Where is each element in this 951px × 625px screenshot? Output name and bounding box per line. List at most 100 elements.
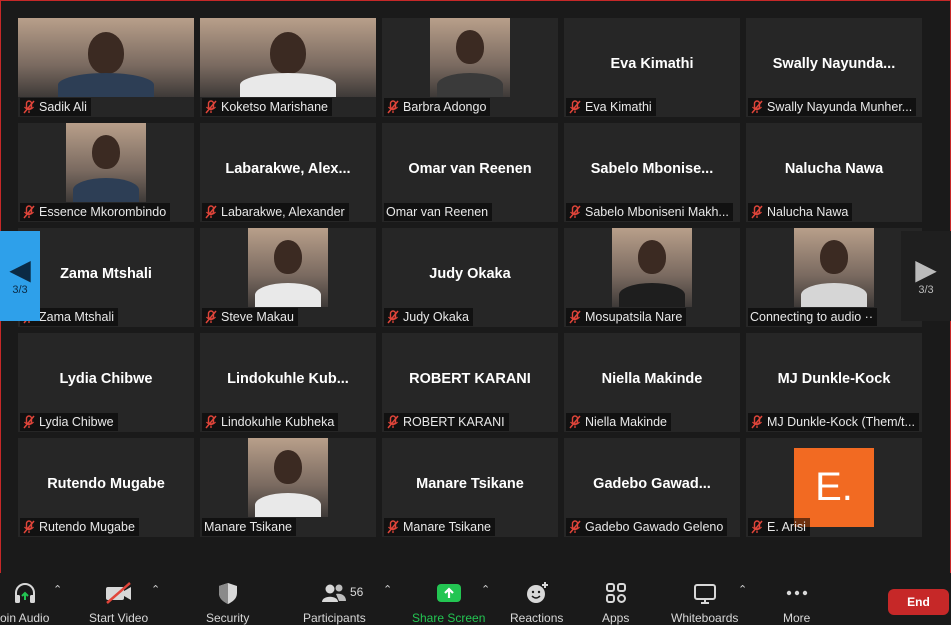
participant-tile[interactable]: Manare Tsikane Manare Tsikane: [382, 438, 558, 537]
participant-tile[interactable]: Barbra Adongo: [382, 18, 558, 117]
participant-video: [248, 228, 328, 307]
start-video-label: Start Video: [89, 611, 149, 625]
previous-page-button[interactable]: ◀ 3/3: [0, 231, 40, 321]
participant-tile[interactable]: Rutendo Mugabe Rutendo Mugabe: [18, 438, 194, 537]
join-audio-button[interactable]: oin Audio: [0, 581, 49, 625]
participant-display-name: Judy Okaka: [429, 266, 511, 282]
muted-mic-icon: [386, 310, 400, 324]
whiteboards-button[interactable]: Whiteboards: [671, 581, 738, 625]
participant-name-tag: ROBERT KARANI: [384, 413, 509, 431]
participant-name: Manare Tsikane: [204, 520, 293, 534]
participant-name: Nalucha Nawa: [767, 205, 849, 219]
participant-tile[interactable]: Sabelo Mbonise... Sabelo Mboniseni Makh..…: [564, 123, 740, 222]
participant-tile[interactable]: Lydia Chibwe Lydia Chibwe: [18, 333, 194, 432]
caret-up-icon[interactable]: ⌃: [481, 583, 490, 596]
participant-tile[interactable]: Niella Makinde Niella Makinde: [564, 333, 740, 432]
page-indicator-left: 3/3: [12, 284, 28, 296]
participant-tile[interactable]: Nalucha Nawa Nalucha Nawa: [746, 123, 922, 222]
participant-name-tag: Sadik Ali: [20, 98, 91, 116]
participant-name: Lydia Chibwe: [39, 415, 114, 429]
participant-name-tag: Manare Tsikane: [384, 518, 496, 536]
apps-button[interactable]: Apps: [602, 581, 629, 625]
caret-up-icon[interactable]: ⌃: [383, 583, 392, 596]
participant-name: Koketso Marishane: [221, 100, 329, 114]
participant-video: [430, 18, 510, 97]
participant-name-tag: Manare Tsikane: [202, 518, 297, 536]
participant-display-name: Lindokuhle Kub...: [227, 371, 349, 387]
participant-name-tag: Essence Mkorombindo: [20, 203, 171, 221]
participant-tile[interactable]: Swally Nayunda... Swally Nayunda Munher..…: [746, 18, 922, 117]
participant-tile[interactable]: Gadebo Gawad... Gadebo Gawado Geleno: [564, 438, 740, 537]
caret-up-icon[interactable]: ⌃: [53, 583, 62, 596]
reaction-icon: [524, 581, 550, 605]
security-button[interactable]: Security: [206, 581, 249, 625]
participant-tile[interactable]: Lindokuhle Kub... Lindokuhle Kubheka: [200, 333, 376, 432]
participants-icon: [320, 581, 348, 605]
participant-tile[interactable]: Koketso Marishane: [200, 18, 376, 117]
participant-tile[interactable]: ROBERT KARANI ROBERT KARANI: [382, 333, 558, 432]
participant-name: Sabelo Mboniseni Makh...: [585, 205, 729, 219]
share-screen-button[interactable]: Share Screen: [412, 581, 485, 625]
join-audio-label: oin Audio: [0, 611, 50, 625]
participant-name: Niella Makinde: [585, 415, 667, 429]
participant-tile[interactable]: MJ Dunkle-Kock MJ Dunkle-Kock (Them/t...: [746, 333, 922, 432]
participant-tile[interactable]: Eva Kimathi Eva Kimathi: [564, 18, 740, 117]
chevron-left-icon: ◀: [9, 254, 31, 285]
end-meeting-button[interactable]: End: [888, 589, 949, 615]
start-video-button[interactable]: Start Video: [89, 581, 148, 625]
reactions-button[interactable]: Reactions: [510, 581, 563, 625]
apps-icon: [604, 581, 628, 605]
muted-mic-icon: [750, 100, 764, 114]
participant-name-tag: Sabelo Mboniseni Makh...: [566, 203, 733, 221]
muted-mic-icon: [204, 415, 218, 429]
participant-tile[interactable]: Essence Mkorombindo: [18, 123, 194, 222]
muted-mic-icon: [386, 415, 400, 429]
participant-video: [18, 18, 194, 97]
participant-name: Essence Mkorombindo: [39, 205, 167, 219]
shield-icon: [217, 581, 239, 605]
chevron-right-icon: ▶: [915, 254, 937, 285]
participant-tile[interactable]: Judy Okaka Judy Okaka: [382, 228, 558, 327]
participant-grid: Sadik Ali Koketso Marishane Barbra Adongo E…: [18, 18, 922, 537]
participant-name: Lindokuhle Kubheka: [221, 415, 335, 429]
participant-tile[interactable]: Labarakwe, Alex... Labarakwe, Alexander: [200, 123, 376, 222]
participant-name-tag: Niella Makinde: [566, 413, 671, 431]
participant-video: [66, 123, 146, 202]
participant-name: Manare Tsikane: [403, 520, 492, 534]
participant-name: Connecting to audio ··: [750, 310, 873, 324]
muted-mic-icon: [568, 415, 582, 429]
participant-name-tag: Steve Makau: [202, 308, 298, 326]
participant-tile[interactable]: Manare Tsikane: [200, 438, 376, 537]
participant-tile[interactable]: E. E. Arisi: [746, 438, 922, 537]
participant-tile[interactable]: Steve Makau: [200, 228, 376, 327]
participant-tile[interactable]: Zama Mtshali Zama Mtshali: [18, 228, 194, 327]
participant-display-name: Omar van Reenen: [408, 161, 532, 177]
participant-name: ROBERT KARANI: [403, 415, 505, 429]
muted-mic-icon: [568, 520, 582, 534]
meeting-toolbar: oin Audio ⌃ Start Video ⌃ Security Parti…: [0, 573, 951, 625]
caret-up-icon[interactable]: ⌃: [738, 583, 747, 596]
participant-name: E. Arisi: [767, 520, 806, 534]
participant-display-name: ROBERT KARANI: [409, 371, 531, 387]
share-screen-label: Share Screen: [412, 611, 486, 625]
more-button[interactable]: More: [783, 581, 810, 625]
participants-count: 56: [350, 585, 364, 599]
participant-name-tag: Judy Okaka: [384, 308, 474, 326]
participant-tile[interactable]: Mosupatsila Nare: [564, 228, 740, 327]
participant-name: Labarakwe, Alexander: [221, 205, 345, 219]
participant-tile[interactable]: Sadik Ali: [18, 18, 194, 117]
participant-display-name: Nalucha Nawa: [784, 161, 884, 177]
participant-name: Mosupatsila Nare: [585, 310, 683, 324]
caret-up-icon[interactable]: ⌃: [151, 583, 160, 596]
muted-mic-icon: [568, 100, 582, 114]
participant-tile[interactable]: Omar van Reenen Omar van Reenen: [382, 123, 558, 222]
video-off-icon: [104, 581, 134, 605]
participant-name: Gadebo Gawado Geleno: [585, 520, 724, 534]
participant-tile[interactable]: Connecting to audio ··: [746, 228, 922, 327]
whiteboards-label: Whiteboards: [671, 611, 739, 625]
next-page-button[interactable]: ▶ 3/3: [901, 231, 951, 321]
participant-display-name: Lydia Chibwe: [59, 371, 153, 387]
participant-name-tag: Barbra Adongo: [384, 98, 491, 116]
page-indicator-right: 3/3: [918, 284, 934, 296]
participant-name-tag: Eva Kimathi: [566, 98, 656, 116]
